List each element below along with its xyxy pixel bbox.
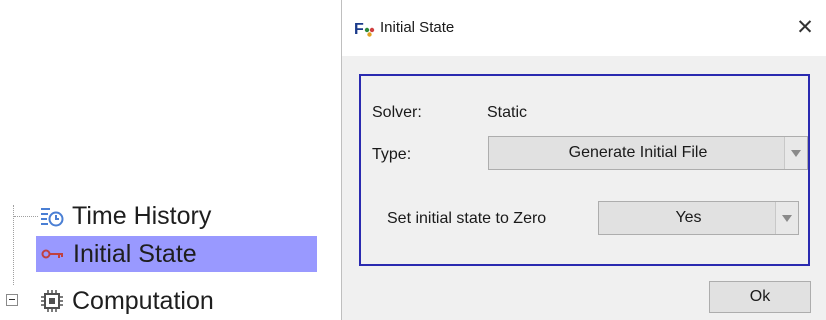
dialog-title: Initial State [380, 19, 455, 36]
dropdown-arrow-icon[interactable] [775, 202, 798, 234]
zero-label: Set initial state to Zero [387, 210, 547, 227]
tree-item-time-history[interactable]: Time History [0, 198, 211, 234]
type-dropdown-value: Generate Initial File [568, 144, 708, 161]
svg-text:F: F [354, 21, 364, 37]
solver-value: Static [487, 104, 528, 121]
solver-label: Solver: [372, 104, 422, 121]
close-icon[interactable]: ✕ [790, 13, 820, 43]
dialog-titlebar[interactable]: F Initial State ✕ [342, 0, 826, 56]
type-label: Type: [372, 146, 412, 163]
zero-dropdown[interactable]: Yes [598, 201, 799, 235]
tree-item-label: Time History [72, 201, 212, 230]
tree-item-label: Initial State [73, 239, 197, 268]
app-logo-icon: F [354, 19, 376, 38]
chip-icon [40, 289, 64, 313]
dropdown-arrow-icon[interactable] [784, 137, 807, 169]
model-tree: Time History Initial State Computation [0, 0, 340, 320]
key-icon [41, 242, 65, 266]
zero-dropdown-value: Yes [675, 209, 702, 226]
type-dropdown[interactable]: Generate Initial File [488, 136, 808, 170]
settings-group: Solver: Static Type: Generate Initial Fi… [359, 74, 810, 266]
ok-button[interactable]: Ok [709, 281, 811, 313]
initial-state-dialog: F Initial State ✕ Solver: Static Type: G… [341, 0, 826, 320]
collapse-toggle-icon[interactable] [6, 294, 18, 306]
tree-item-label: Computation [72, 286, 214, 315]
time-history-icon [40, 204, 64, 228]
tree-connector [14, 216, 38, 217]
tree-item-initial-state[interactable]: Initial State [36, 236, 317, 272]
tree-item-computation[interactable]: Computation [0, 283, 214, 319]
